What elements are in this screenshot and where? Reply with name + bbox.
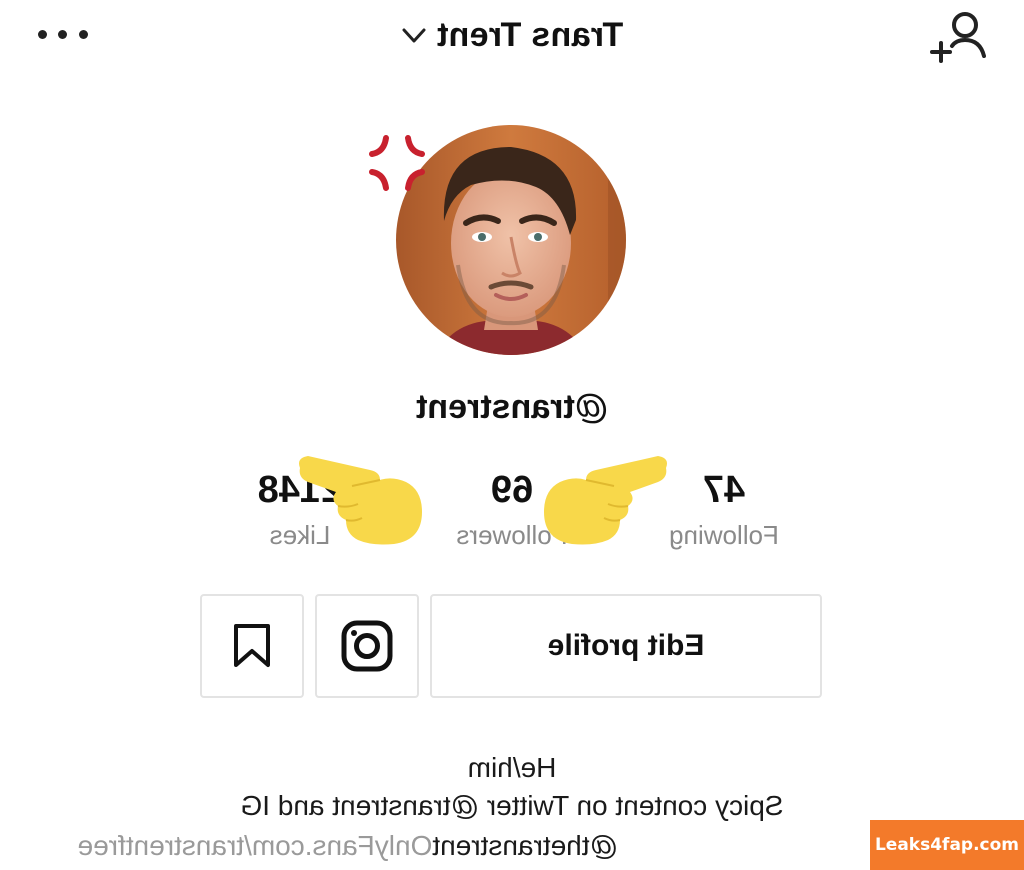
anger-symbol-icon <box>362 128 432 198</box>
username: @transtrent <box>416 388 608 426</box>
bookmark-icon <box>234 624 270 667</box>
bio-pronouns: He/him <box>467 752 557 783</box>
bio-link[interactable]: OnlyFans.com/transtrentfree <box>78 830 433 861</box>
account-switcher[interactable]: Trans Trent <box>0 10 1024 60</box>
edit-profile-label: Edit profile <box>547 629 705 662</box>
bio-handle: @thetranstrent <box>432 830 618 861</box>
watermark-text: Leaks4fap.com <box>874 835 1020 855</box>
pointing-hand-icon <box>538 450 670 550</box>
watermark-badge: Leaks4fap.com <box>870 820 1024 870</box>
bookmark-button[interactable] <box>200 594 304 698</box>
instagram-icon <box>341 620 393 672</box>
more-dot <box>58 29 68 39</box>
mirrored-screen: Trans Trent @transtrent 47 Following 69 … <box>0 0 1024 870</box>
more-options-button[interactable] <box>38 22 88 46</box>
pointing-hand-icon <box>296 450 428 550</box>
edit-profile-button[interactable]: Edit profile <box>430 594 822 698</box>
instagram-button[interactable] <box>315 594 419 698</box>
more-dot <box>38 29 47 39</box>
chevron-down-icon <box>402 28 426 43</box>
more-horizontal-icon <box>79 29 88 39</box>
page-title: Trans Trent <box>436 15 624 54</box>
bio-description: Spicy content on Twitter @transtrent and… <box>240 790 784 821</box>
